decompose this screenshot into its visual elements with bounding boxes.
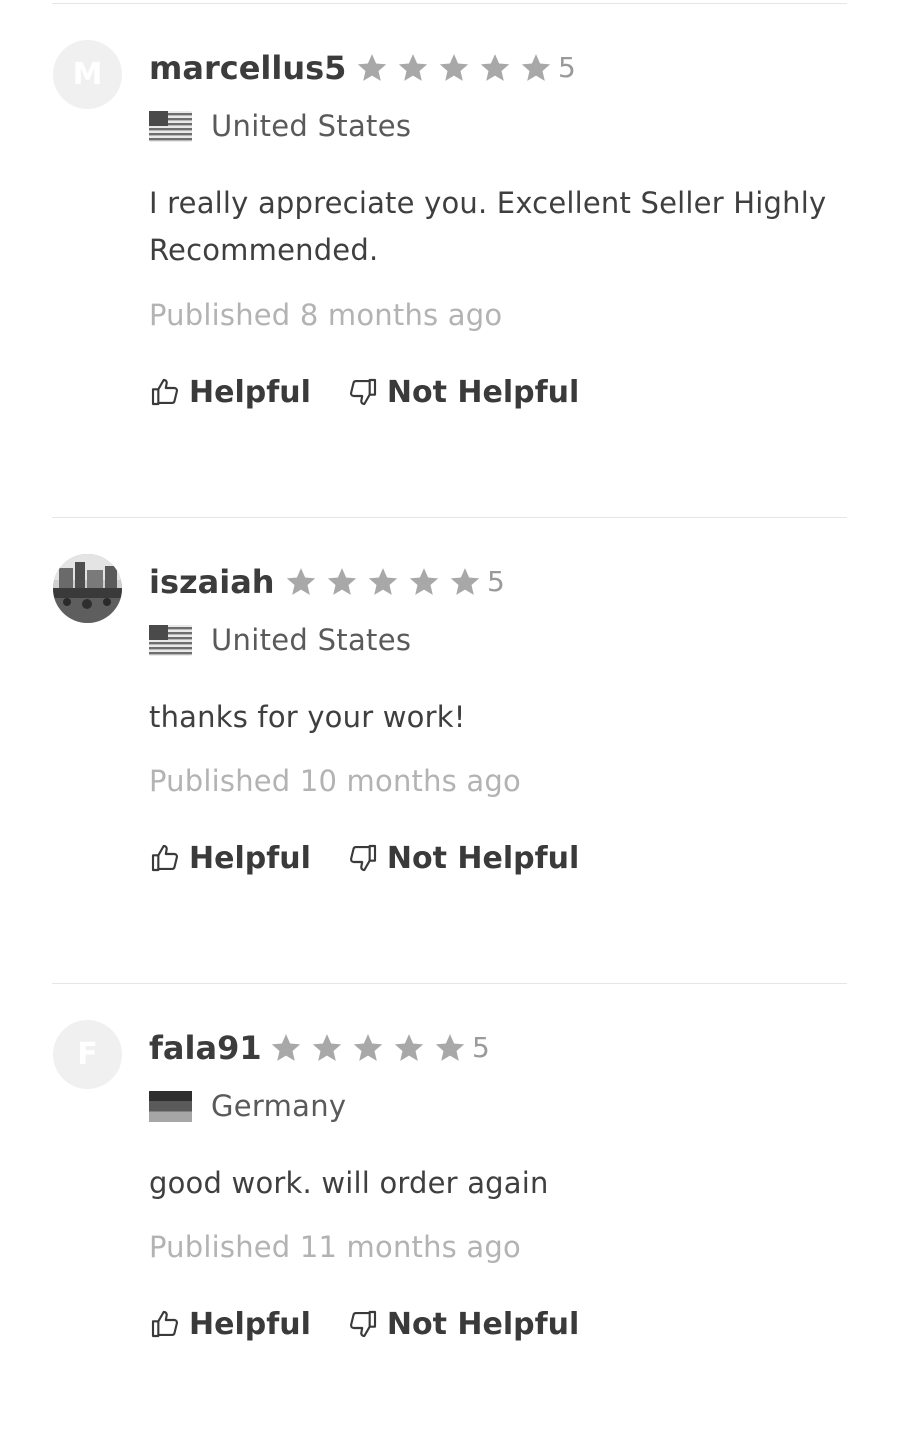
thumbs-up-icon bbox=[151, 844, 179, 872]
avatar-photo bbox=[53, 554, 122, 623]
not-helpful-label: Not Helpful bbox=[386, 840, 580, 876]
star-icon bbox=[353, 1034, 383, 1061]
review-text: I really appreciate you. Excellent Selle… bbox=[149, 186, 827, 267]
review-text: good work. will order again bbox=[149, 1166, 549, 1200]
review-feedback: Helpful Not Helpful bbox=[149, 1302, 579, 1346]
published-date: Published 8 months ago bbox=[149, 298, 503, 332]
helpful-label: Helpful bbox=[189, 374, 311, 410]
review-feedback: Helpful Not Helpful bbox=[149, 370, 579, 414]
country-name: Germany bbox=[211, 1089, 347, 1123]
star-icon bbox=[327, 568, 357, 595]
us-flag-icon bbox=[149, 110, 192, 142]
review-feedback: Helpful Not Helpful bbox=[149, 836, 579, 880]
star-icon bbox=[439, 54, 469, 81]
star-icon bbox=[286, 568, 316, 595]
star-icon bbox=[450, 568, 480, 595]
published-date: Published 10 months ago bbox=[149, 764, 521, 798]
rating-value: 5 bbox=[558, 51, 576, 84]
helpful-label: Helpful bbox=[189, 840, 311, 876]
star-icon bbox=[271, 1034, 301, 1061]
review-divider bbox=[52, 517, 847, 518]
helpful-label: Helpful bbox=[189, 1306, 311, 1342]
avatar[interactable]: M bbox=[53, 40, 122, 109]
helpful-button[interactable]: Helpful bbox=[149, 1307, 311, 1342]
reviewer-location: United States bbox=[149, 106, 411, 146]
not-helpful-button[interactable]: Not Helpful bbox=[347, 1307, 579, 1342]
thumbs-down-icon bbox=[349, 844, 376, 872]
not-helpful-label: Not Helpful bbox=[386, 1306, 580, 1342]
reviewer-location: Germany bbox=[149, 1086, 346, 1126]
us-flag-icon bbox=[149, 624, 192, 656]
thumbs-up-icon bbox=[151, 378, 179, 406]
published-date: Published 11 months ago bbox=[149, 1230, 521, 1264]
rating-value: 5 bbox=[487, 565, 505, 598]
not-helpful-button[interactable]: Not Helpful bbox=[347, 841, 579, 876]
star-icon bbox=[521, 54, 551, 81]
star-icon bbox=[435, 1034, 465, 1061]
rating-value: 5 bbox=[472, 1031, 490, 1064]
review-divider bbox=[52, 983, 847, 984]
star-icon bbox=[394, 1034, 424, 1061]
country-name: United States bbox=[211, 623, 412, 657]
thumbs-down-icon bbox=[349, 1310, 376, 1338]
star-icon bbox=[409, 568, 439, 595]
star-icon bbox=[480, 54, 510, 81]
helpful-button[interactable]: Helpful bbox=[149, 841, 311, 876]
review-divider bbox=[52, 3, 847, 4]
avatar[interactable]: F bbox=[53, 1020, 122, 1089]
helpful-button[interactable]: Helpful bbox=[149, 375, 311, 410]
reviewer-username[interactable]: marcellus5 bbox=[149, 48, 346, 88]
reviewer-location: United States bbox=[149, 620, 411, 660]
thumbs-down-icon bbox=[349, 378, 376, 406]
star-icon bbox=[312, 1034, 342, 1061]
reviewer-username[interactable]: iszaiah bbox=[149, 562, 275, 602]
review-text: thanks for your work! bbox=[149, 700, 466, 734]
not-helpful-button[interactable]: Not Helpful bbox=[347, 375, 579, 410]
star-icon bbox=[368, 568, 398, 595]
star-rating: 5 bbox=[269, 1030, 490, 1066]
star-icon bbox=[398, 54, 428, 81]
thumbs-up-icon bbox=[151, 1310, 179, 1338]
reviewer-username[interactable]: fala91 bbox=[149, 1028, 262, 1068]
star-icon bbox=[357, 54, 387, 81]
country-name: United States bbox=[211, 109, 412, 143]
not-helpful-label: Not Helpful bbox=[386, 374, 580, 410]
star-rating: 5 bbox=[355, 50, 576, 86]
star-rating: 5 bbox=[284, 564, 505, 600]
germany-flag-icon bbox=[149, 1090, 192, 1122]
avatar[interactable] bbox=[53, 554, 122, 623]
